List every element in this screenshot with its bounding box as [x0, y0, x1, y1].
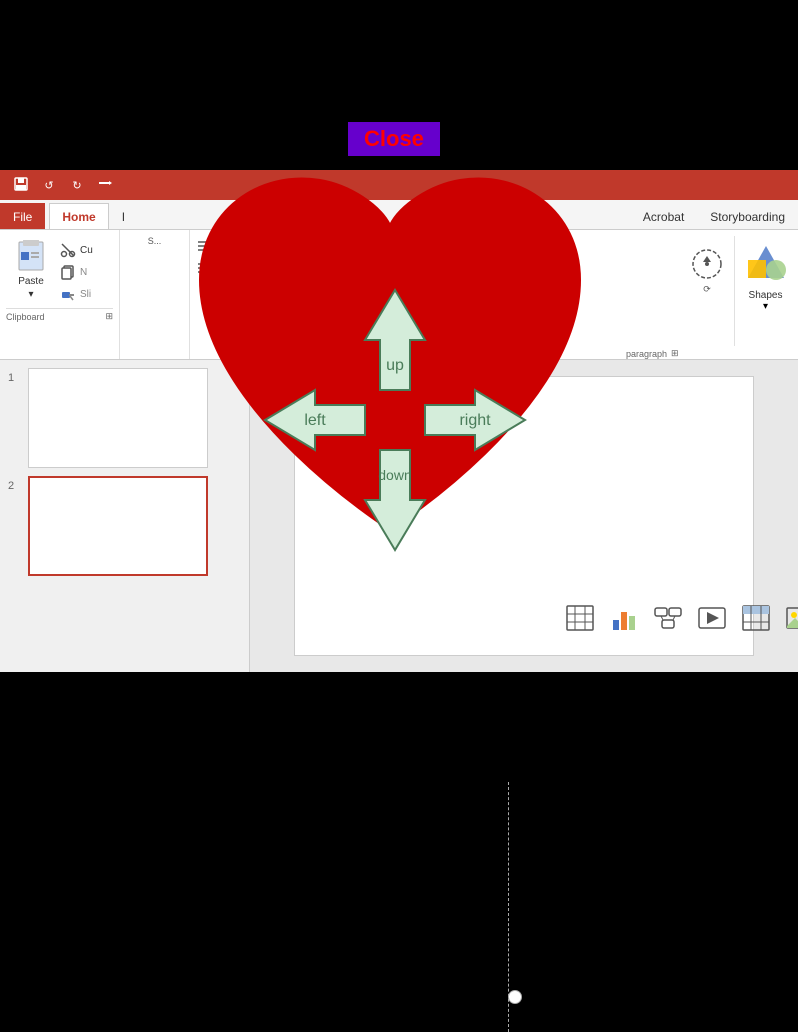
- svg-text:up: up: [386, 357, 404, 374]
- redo-icon[interactable]: ↻: [66, 174, 88, 196]
- svg-text:right: right: [459, 412, 491, 429]
- paste-button[interactable]: Paste ▾: [6, 236, 56, 301]
- close-button[interactable]: Close: [348, 122, 440, 156]
- tab-file[interactable]: File: [0, 203, 45, 229]
- tab-storyboarding[interactable]: Storyboarding: [697, 203, 798, 229]
- insert-table2-icon[interactable]: [736, 600, 776, 636]
- slide-num-2: 2: [8, 476, 22, 492]
- insert-picture-icon[interactable]: [780, 600, 798, 636]
- shapes-label: Shapes: [749, 290, 783, 301]
- shapes-button[interactable]: Shapes ▾: [734, 236, 790, 346]
- svg-text:down: down: [378, 467, 411, 483]
- insert-media-icon[interactable]: [692, 600, 732, 636]
- paragraph-expand-btn[interactable]: ⊞: [671, 348, 679, 359]
- clipboard-label: Clipboard: [6, 312, 45, 322]
- arrange-icon[interactable]: ⟳: [684, 236, 730, 304]
- tab-insert[interactable]: I: [109, 203, 138, 229]
- tab-home[interactable]: Home: [49, 203, 108, 229]
- svg-text:left: left: [304, 412, 326, 429]
- ruler-circle: [508, 990, 522, 1004]
- clipboard-group: Paste ▾ Cu N: [0, 230, 120, 359]
- clipboard-expand[interactable]: ⊞: [105, 311, 113, 322]
- customize-icon[interactable]: [94, 174, 116, 196]
- save-icon[interactable]: [10, 174, 32, 196]
- undo-icon[interactable]: ↺: [38, 174, 60, 196]
- tab-acrobat[interactable]: Acrobat: [630, 203, 697, 229]
- slide-num-1: 1: [8, 368, 22, 384]
- insert-smartart-icon[interactable]: [648, 600, 688, 636]
- arrows-container: up down left right: [255, 280, 535, 560]
